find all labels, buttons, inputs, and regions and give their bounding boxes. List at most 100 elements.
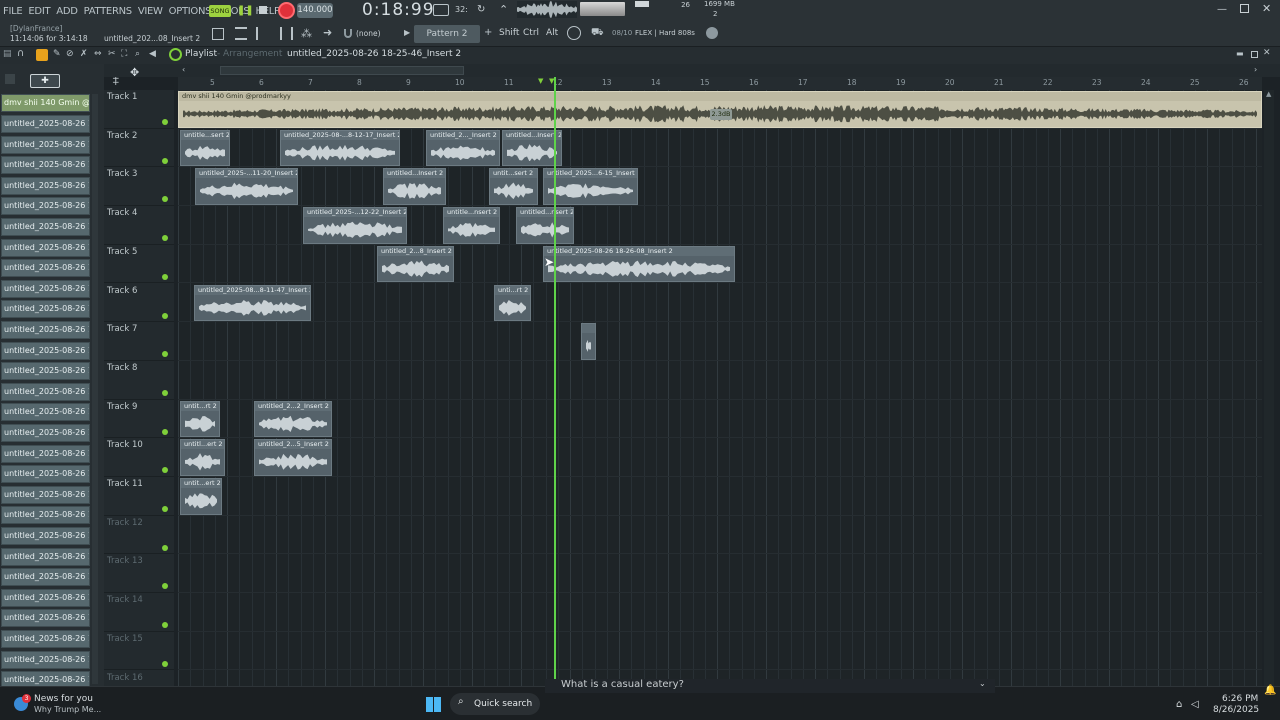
play-button[interactable]: ❚❚ <box>237 5 254 17</box>
timeline-scroll-right-icon[interactable]: › <box>1254 65 1257 74</box>
pattern-prev-arrow-icon[interactable]: ▶ <box>404 28 410 37</box>
track-mute-led[interactable] <box>162 622 168 629</box>
track-lane[interactable] <box>178 400 1262 439</box>
clock-time[interactable]: 6:26 PM <box>1222 694 1258 704</box>
clip-title[interactable]: untitle...nsert 2 <box>444 208 499 218</box>
timeline-scroll-left-icon[interactable]: ‹ <box>182 65 185 74</box>
vertical-scrollbar[interactable]: ▲ <box>1264 90 1274 686</box>
audio-clip[interactable] <box>581 323 596 360</box>
menu-patterns[interactable]: PATTERNS <box>81 6 135 17</box>
channel-item[interactable]: untitled_2025-08-26 17-... <box>1 568 90 587</box>
menu-view[interactable]: VIEW <box>135 6 166 17</box>
picker-scrollbar[interactable] <box>92 94 98 684</box>
snap-selector[interactable]: (none) <box>356 29 381 38</box>
preset-name[interactable]: FLEX | Hard 808s <box>635 29 695 37</box>
playlist-close-button[interactable]: ✕ <box>1263 48 1271 58</box>
audio-clip[interactable]: untit...ert 2 <box>180 478 222 515</box>
audio-clip[interactable]: untitle...sert 2 <box>180 129 230 167</box>
tray-volume-icon[interactable]: ◁ <box>1191 699 1199 710</box>
audio-clip[interactable]: untitled_2...5_Insert 2 <box>254 439 332 476</box>
timeline-scroll-area[interactable]: ‹ › <box>104 64 1280 77</box>
channel-item[interactable]: untitled_2025-08-26 17-... <box>1 197 90 216</box>
track-name[interactable]: Track 11 <box>107 479 143 489</box>
channel-item[interactable]: untitled_2025-08-26 17-... <box>1 588 90 607</box>
channel-item[interactable]: untitled_2025-08-26 17-... <box>1 444 90 463</box>
clock-date[interactable]: 8/26/2025 <box>1213 705 1259 715</box>
clip-title[interactable]: untit...sert 2 <box>490 169 537 179</box>
delete-tool-icon[interactable]: ⊘ <box>66 49 74 59</box>
track-header[interactable]: Track 15 <box>104 632 174 671</box>
playlist-selected-clip[interactable]: untitled_2025-08-26 18-25-46_Insert 2 <box>287 49 461 59</box>
audio-clip[interactable]: untitled...Insert 2 <box>502 129 562 167</box>
track-lane[interactable] <box>178 284 1262 323</box>
track-header[interactable]: Track 12 <box>104 516 174 555</box>
channel-item[interactable]: untitled_2025-08-26 17-... <box>1 609 90 628</box>
channel-item[interactable]: untitled_2025-08-26 17-... <box>1 424 90 442</box>
pattern-selector[interactable]: Pattern 2 <box>414 25 480 43</box>
channel-item[interactable]: untitled_2025-08-26 17-... <box>1 135 90 154</box>
track-mute-led[interactable] <box>162 351 168 358</box>
news-title[interactable]: News for you <box>34 694 93 704</box>
audio-clip[interactable]: untitled_2025-08...8-11-47_Insert 2 <box>194 284 311 322</box>
track-name[interactable]: Track 10 <box>107 440 143 450</box>
scroll-up-icon[interactable]: ▲ <box>1266 90 1271 98</box>
channel-item[interactable]: untitled_2025-08-26 17-... <box>1 650 90 669</box>
zoom-tool-icon[interactable]: ⌕ <box>135 49 140 59</box>
track-header[interactable]: Track 14 <box>104 593 174 632</box>
plugin-icon[interactable] <box>567 26 581 40</box>
mixer-icon[interactable] <box>280 27 293 40</box>
minimize-window-button[interactable]: — <box>1217 4 1227 15</box>
audio-clip[interactable]: untitled_2...2_Insert 2 <box>254 400 332 438</box>
clip-title[interactable]: untitled_2...5_Insert 2 <box>255 440 331 450</box>
track-name[interactable]: Track 12 <box>107 518 143 528</box>
browser-icon[interactable]: ⁂ <box>301 27 312 40</box>
typing-keyboard-icon[interactable] <box>433 4 449 16</box>
track-header[interactable]: Track 1 <box>104 90 174 129</box>
track-name[interactable]: Track 4 <box>107 208 137 218</box>
channel-item[interactable]: untitled_2025-08-26 17-... <box>1 259 90 278</box>
channel-item[interactable]: untitled_2025-08-26 17-... <box>1 485 90 504</box>
metronome-icon[interactable]: ⌃ <box>499 3 508 16</box>
clip-title[interactable]: untit...ert 2 <box>181 479 221 488</box>
track-lane[interactable] <box>178 322 1262 361</box>
audio-clip[interactable]: untitl...ert 2 <box>180 439 225 476</box>
maximize-window-button[interactable] <box>1240 4 1249 13</box>
zoom-move-icon[interactable]: ✥ <box>130 66 139 79</box>
slice-tool-icon[interactable]: ✂ <box>108 49 116 59</box>
ctrl-key-button[interactable]: Ctrl <box>523 28 539 38</box>
track-mute-led[interactable] <box>162 119 168 125</box>
magnet-snap-icon[interactable]: ∩ <box>17 48 24 59</box>
channel-rack-icon[interactable] <box>235 27 247 40</box>
audio-clip[interactable]: untitled_2...8_Insert 2 <box>377 245 454 283</box>
timeline-ruler[interactable]: 5 6 7 8 9 10 11 12 13 14 15 16 17 18 19 20 21 22 23 24 25 26 <box>178 77 1262 90</box>
clip-title[interactable]: untitled_2025-08...8-11-47_Insert 2 <box>195 285 310 295</box>
channel-item[interactable]: untitled_2025-08-26 17-... <box>1 218 90 236</box>
channel-item[interactable]: untitled_2025-08-26 17-... <box>1 176 90 195</box>
track-mute-led[interactable] <box>162 544 168 551</box>
track-name[interactable]: Track 16 <box>107 673 143 683</box>
notification-bell-icon[interactable]: 🔔 <box>1264 685 1276 696</box>
magnet-icon[interactable] <box>344 29 352 38</box>
track-header[interactable]: Track 2 <box>104 129 174 168</box>
track-name[interactable]: Track 6 <box>107 286 137 296</box>
audio-clip[interactable]: untitle...nsert 2 <box>443 207 500 244</box>
track-header[interactable]: Track 13 <box>104 554 174 594</box>
playback-tool-icon[interactable]: ◀ <box>149 49 156 59</box>
audio-clip[interactable]: unti...rt 2 <box>494 284 531 322</box>
master-volume-slider[interactable] <box>580 2 625 16</box>
clip-title[interactable]: dmv shii 140 Gmin @prodmarkyy <box>179 92 1261 101</box>
slip-tool-icon[interactable]: ⇔ <box>94 49 102 59</box>
track-header[interactable]: Track 10 <box>104 438 174 477</box>
track-header[interactable]: Track 8 <box>104 361 174 400</box>
record-button[interactable] <box>278 2 295 19</box>
close-window-button[interactable]: ✕ <box>1262 2 1271 15</box>
audio-clip[interactable]: untitled...nsert 2 <box>516 207 574 244</box>
channel-item[interactable]: untitled_2025-08-26 17-... <box>1 279 90 298</box>
track-mute-led[interactable] <box>162 157 168 164</box>
timeline-overview-bar[interactable] <box>220 66 464 75</box>
channel-item[interactable]: untitled_2025-08-26 17-... <box>1 300 90 319</box>
track-mute-led[interactable] <box>162 506 168 512</box>
menu-edit[interactable]: EDIT <box>25 6 53 17</box>
tempo-display[interactable]: 140.000 <box>297 3 333 18</box>
channel-item-selected[interactable]: dmv shii 140 Gmin @... <box>1 94 90 112</box>
